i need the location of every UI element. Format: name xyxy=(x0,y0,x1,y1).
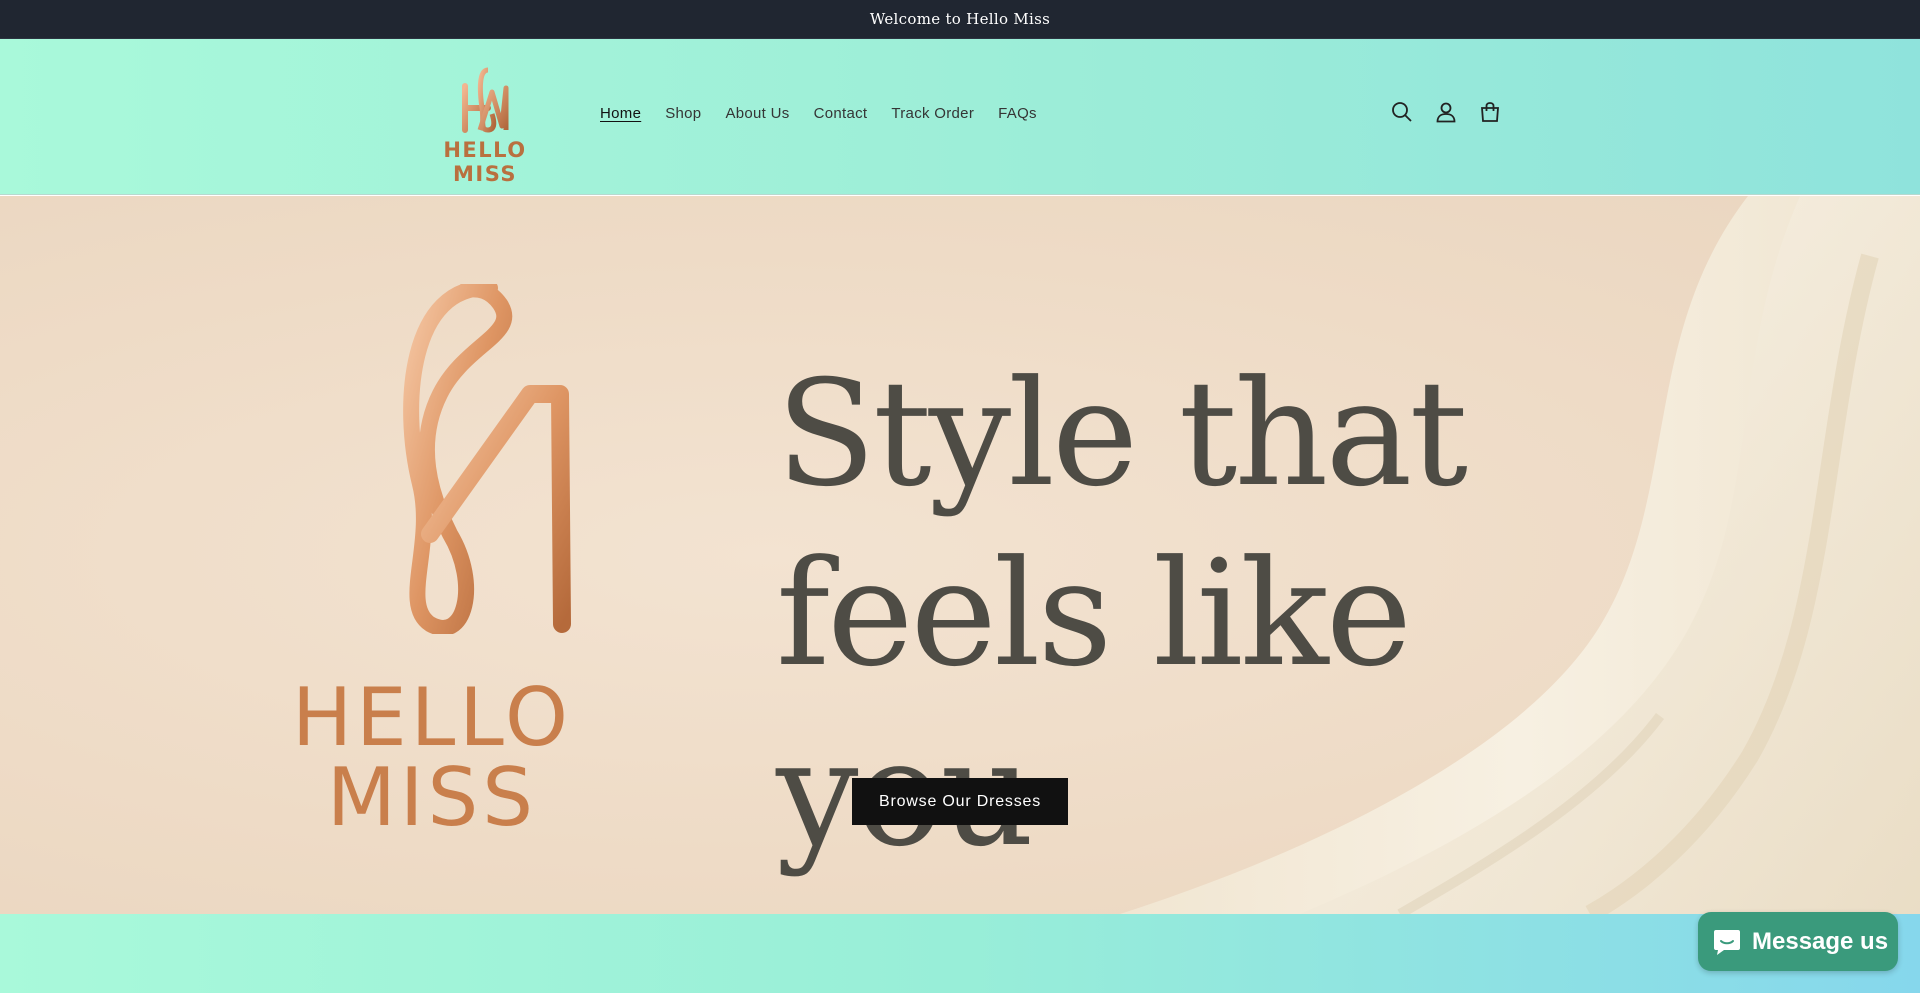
cart-button[interactable] xyxy=(1474,96,1506,128)
site-logo[interactable]: HELLO MISS xyxy=(410,64,560,186)
hero-banner: HELLO MISS Style that feels like you Bro… xyxy=(0,196,1920,914)
nav-about-us[interactable]: About Us xyxy=(713,105,801,122)
hero-logo-text: HELLO MISS xyxy=(292,671,572,844)
announcement-bar: Welcome to Hello Miss xyxy=(0,0,1920,39)
logo-text: HELLO MISS xyxy=(443,138,527,186)
hero-heading-line2: feels like you xyxy=(776,529,1412,879)
browse-dresses-button[interactable]: Browse Our Dresses xyxy=(852,778,1068,825)
search-button[interactable] xyxy=(1386,96,1418,128)
hero-monogram-icon xyxy=(305,284,571,634)
announcement-text: Welcome to Hello Miss xyxy=(869,10,1051,28)
monogram-logo-icon xyxy=(458,67,509,133)
main-nav: Home Shop About Us Contact Track Order F… xyxy=(588,105,1049,122)
nav-home[interactable]: Home xyxy=(588,105,653,122)
cart-icon xyxy=(1481,102,1499,122)
next-section-band xyxy=(0,914,1920,993)
account-button[interactable] xyxy=(1430,96,1462,128)
search-icon xyxy=(1392,102,1412,122)
nav-faqs[interactable]: FAQs xyxy=(986,105,1049,122)
chat-bubble-icon xyxy=(1714,929,1740,955)
message-us-label: Message us xyxy=(1752,927,1889,955)
nav-contact[interactable]: Contact xyxy=(802,105,880,122)
account-icon xyxy=(1436,102,1456,123)
message-us-button[interactable]: Message us xyxy=(1698,912,1898,971)
nav-shop[interactable]: Shop xyxy=(653,105,713,122)
hero-heading-line1: Style that xyxy=(776,349,1468,519)
site-header: HELLO MISS Home Shop About Us Contact Tr… xyxy=(0,39,1920,195)
nav-track-order[interactable]: Track Order xyxy=(879,105,986,122)
